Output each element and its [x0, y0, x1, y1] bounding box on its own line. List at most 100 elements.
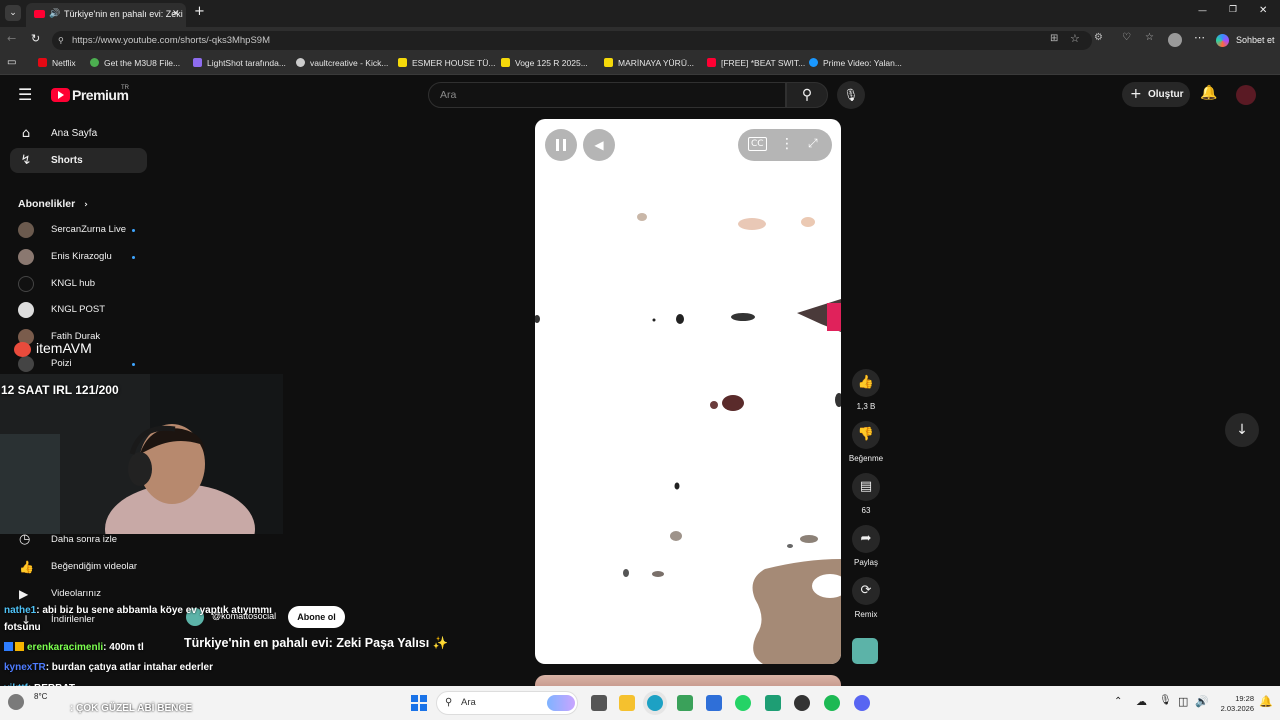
tab-actions-icon[interactable]: ⌄ [5, 5, 21, 21]
url-field[interactable]: ⚲ https://www.youtube.com/shorts/-qks3Mh… [52, 31, 1092, 50]
plus-icon: + [1130, 86, 1142, 102]
share-button[interactable]: ➦ Paylaş [851, 525, 881, 567]
short-video-player[interactable]: ◀ CC ⋮ ⤢ [535, 119, 841, 664]
chat-badge-icon [4, 642, 13, 651]
favorite-star-icon[interactable]: ☆ [1070, 32, 1080, 45]
taskbar-search[interactable]: ⚲ Ara [436, 691, 578, 715]
minimize-icon[interactable]: — [1198, 6, 1207, 16]
discord-icon[interactable] [854, 695, 870, 711]
site-info-icon[interactable]: ⚲ [58, 31, 64, 50]
address-bar-row: ← ↻ ⚲ https://www.youtube.com/shorts/-qk… [0, 27, 1280, 54]
refresh-icon[interactable]: ↻ [31, 32, 40, 45]
chat-app-icon[interactable] [765, 695, 781, 711]
sidebar-item-subscription[interactable]: KNGL hub [18, 274, 148, 294]
next-short-preview[interactable] [535, 675, 841, 686]
wifi-icon[interactable]: ◫ [1178, 695, 1188, 708]
show-hidden-icons[interactable]: ⌃ [1114, 696, 1122, 707]
profile-avatar[interactable] [1168, 33, 1182, 47]
captions-icon[interactable]: CC [748, 137, 767, 151]
favorites-icon[interactable]: ☆ [1145, 32, 1154, 43]
sidebar-item-subscription[interactable]: Poizi [18, 354, 148, 374]
bookmark-item[interactable]: [FREE] *BEAT SWIT... [707, 58, 805, 68]
volume-tray-icon[interactable]: 🔊 [1195, 695, 1209, 708]
logo-country: TR [121, 85, 129, 91]
close-window-icon[interactable]: ✕ [1259, 5, 1267, 16]
sidebar-item-shorts[interactable]: ↯ Shorts [10, 148, 147, 173]
kick-icon [296, 58, 305, 67]
bookmark-item[interactable]: Voge 125 R 2025... [501, 58, 588, 68]
volume-icon[interactable]: ◀ [583, 129, 615, 161]
microphone-icon[interactable]: 🎙 [1159, 695, 1172, 706]
arrow-down-icon: ↓ [1236, 422, 1248, 438]
browser-tab[interactable]: 🔊 Türkiye'nin en pahalı evi: Zeki ✕ [26, 3, 186, 27]
notification-center-icon[interactable]: 🔔 [1259, 695, 1273, 708]
copilot-button[interactable]: Sohbet et [1214, 31, 1276, 50]
network-status-icon[interactable]: ☁ [1136, 695, 1147, 708]
dislike-button[interactable]: 👎 Beğenme [849, 421, 883, 463]
maximize-icon[interactable]: ❐ [1229, 5, 1237, 15]
search-button[interactable]: ⚲ [786, 82, 828, 108]
bookmark-item[interactable]: Get the M3U8 File... [90, 58, 180, 68]
bookmark-item[interactable]: Prime Video: Yalan... [809, 58, 902, 68]
bookmark-item[interactable]: LightShot tarafında... [193, 58, 286, 68]
hamburger-menu-icon[interactable]: ☰ [18, 85, 32, 104]
next-short-button[interactable]: ↓ [1225, 413, 1259, 447]
audio-thumbnail[interactable] [852, 638, 878, 664]
prime-video-icon [809, 58, 818, 67]
install-app-icon[interactable]: ⊞ [1050, 33, 1058, 44]
browser-essentials-icon[interactable]: ♡ [1122, 32, 1131, 43]
new-tab-icon[interactable]: + [194, 4, 205, 19]
copilot-label: Sohbet et [1236, 35, 1275, 45]
file-explorer-icon[interactable] [619, 695, 635, 711]
lightshot-icon [193, 58, 202, 67]
back-icon[interactable]: ← [7, 32, 16, 45]
sponsor-logo-text: itemAVM [36, 340, 92, 356]
more-menu-icon[interactable]: ⋯ [1194, 31, 1205, 44]
clock[interactable]: 19:28 2.03.2026 [1214, 694, 1254, 714]
account-avatar[interactable] [1236, 85, 1256, 105]
voice-search-icon[interactable]: 🎙 [837, 81, 865, 109]
start-button[interactable] [411, 695, 427, 711]
like-button[interactable]: 👍 1,3 B [851, 369, 881, 411]
fullscreen-icon[interactable]: ⤢ [808, 136, 818, 151]
bookmark-item[interactable]: Netflix [38, 58, 76, 68]
channel-avatar [18, 356, 34, 372]
edge-icon[interactable] [647, 695, 663, 711]
sahibinden-icon [398, 58, 407, 67]
speaker-icon[interactable]: 🔊 [49, 3, 60, 25]
sahibinden-icon [604, 58, 613, 67]
spotify-icon[interactable] [824, 695, 840, 711]
clock-date: 2.03.2026 [1220, 704, 1254, 713]
sidebar-item-subscription[interactable]: KNGL POST [18, 300, 148, 320]
new-content-dot [132, 256, 135, 259]
bookmark-item[interactable]: MARİNAYA YÜRÜ... [604, 58, 694, 68]
sidebar-item-your-videos[interactable]: ▶ Videolarınız [18, 584, 148, 604]
bookmark-item[interactable]: vaultcreative - Kick... [296, 58, 388, 68]
subscribe-button[interactable]: Abone ol [288, 606, 345, 628]
remix-button[interactable]: ⟳ Remix [851, 577, 881, 619]
comments-button[interactable]: ▤ 63 [851, 473, 881, 515]
sidebar-item-subscription[interactable]: Enis Kirazoglu [18, 247, 148, 267]
steam-icon[interactable] [794, 695, 810, 711]
search-input[interactable]: Ara [428, 82, 786, 108]
mail-icon[interactable] [706, 695, 722, 711]
create-button[interactable]: + Oluştur [1122, 82, 1190, 107]
extensions-icon[interactable]: ⚙ [1094, 32, 1103, 43]
sidebar-item-subscription[interactable]: SercanZurna Live [18, 220, 148, 240]
short-title[interactable]: Türkiye'nin en pahalı evi: Zeki Paşa Yal… [184, 636, 448, 651]
chat-message: : ÇOK GÜZEL ABİ BENCE [70, 703, 193, 714]
tab-close-icon[interactable]: ✕ [172, 3, 180, 25]
stream-title: 12 SAAT IRL 121/200 [1, 383, 119, 397]
reading-list-icon[interactable]: ▭ [7, 57, 16, 68]
store-icon[interactable] [677, 695, 693, 711]
thumbs-down-icon: 👎 [852, 421, 880, 449]
more-options-icon[interactable]: ⋮ [780, 136, 794, 152]
task-view-icon[interactable] [591, 695, 607, 711]
notifications-bell-icon[interactable]: 🔔 [1200, 85, 1217, 101]
sidebar-item-liked-videos[interactable]: 👍 Beğendiğim videolar [18, 557, 148, 577]
sidebar-item-home[interactable]: ⌂ Ana Sayfa [10, 121, 147, 146]
whatsapp-icon[interactable] [735, 695, 751, 711]
subscriptions-header[interactable]: Abonelikler › [18, 198, 88, 210]
bookmark-item[interactable]: ESMER HOUSE TÜ... [398, 58, 495, 68]
pause-button[interactable] [545, 129, 577, 161]
